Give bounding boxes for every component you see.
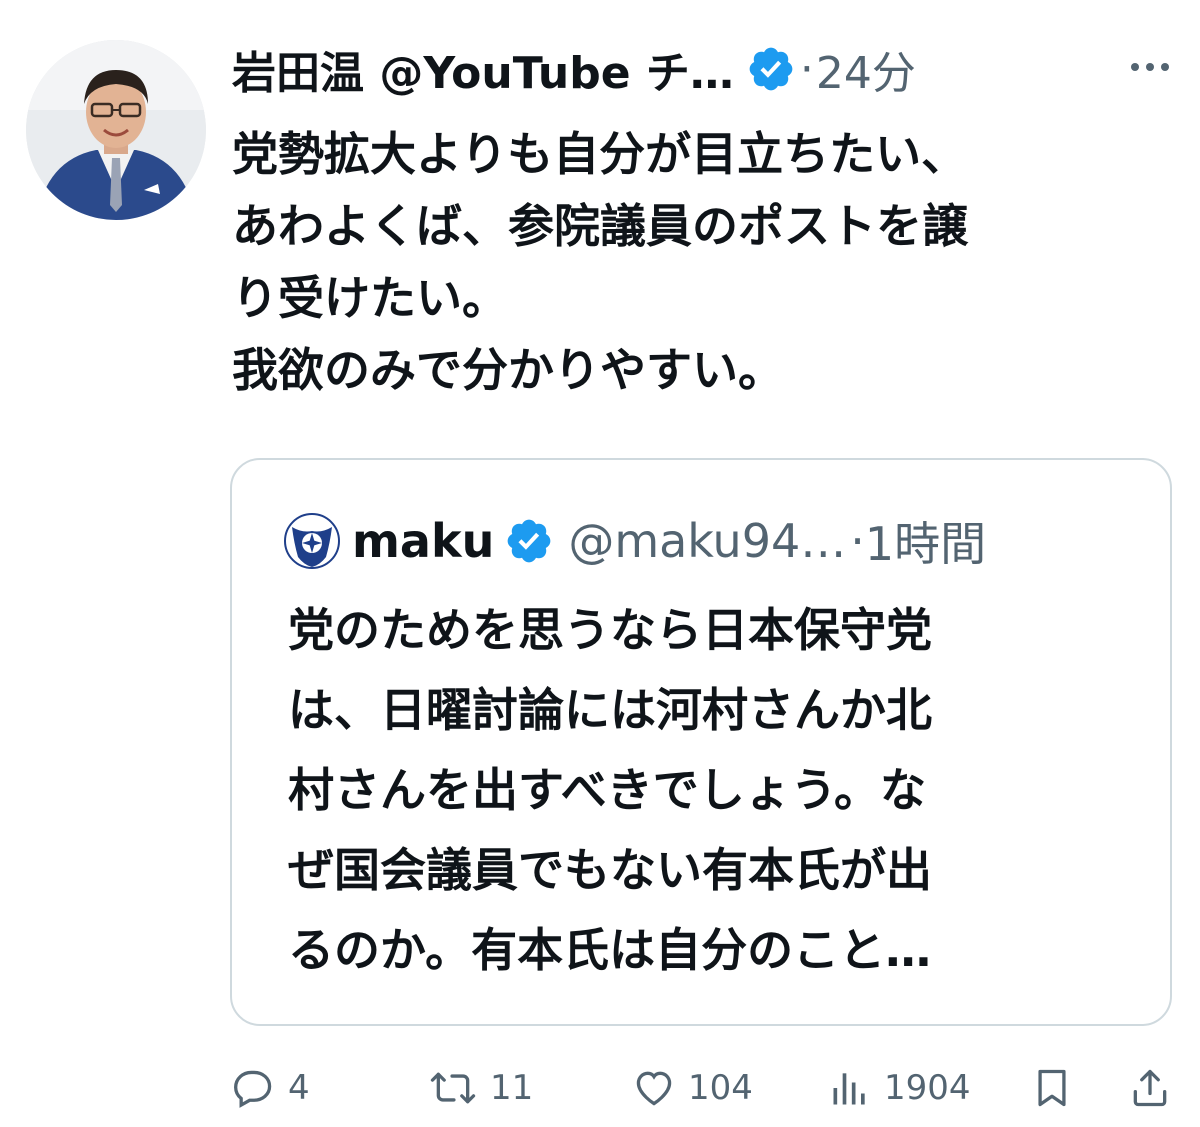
quoted-text-line: は、日曜討論には河村さんか北 [288, 683, 932, 737]
author-display-name[interactable]: 岩田温 @YouTube チ… [232, 37, 734, 101]
like-button[interactable]: 104 [632, 1060, 753, 1116]
bookmark-icon [1038, 1069, 1066, 1107]
quoted-author-name[interactable]: maku [352, 514, 494, 568]
author-avatar[interactable] [26, 40, 206, 220]
views-icon [833, 1073, 865, 1105]
tweet-body: 党勢拡大よりも自分が目立ちたい、 あわよくば、参院議員のポストを譲 り受けたい。… [232, 118, 1182, 406]
tweet-text-line: 党勢拡大よりも自分が目立ちたい、 [232, 127, 968, 181]
reply-button[interactable]: 4 [232, 1060, 310, 1116]
verified-badge-icon [504, 516, 554, 566]
quoted-text-line: 党のためを思うなら日本保守党 [288, 603, 932, 657]
tweet-header: 岩田温 @YouTube チ… · 24分 [232, 34, 1182, 104]
avatar-portrait-image [26, 40, 206, 220]
tweet-text-line: り受けたい。 [232, 271, 508, 325]
quoted-author-avatar[interactable] [284, 513, 340, 569]
quoted-tweet-header: maku @maku94… · 1時間 [284, 506, 986, 576]
bookmark-button[interactable] [1030, 1060, 1074, 1116]
share-button[interactable] [1128, 1060, 1172, 1116]
share-icon [1133, 1069, 1167, 1107]
quoted-tweet-timestamp: 1時間 [864, 517, 987, 571]
quoted-tweet-body: 党のためを思うなら日本保守党 は、日曜討論には河村さんか北 村さんを出すべきでし… [288, 590, 1128, 990]
quoted-text-line: ぜ国会議員でもない有本氏が出 [288, 843, 932, 897]
tweet-text-line: 我欲のみで分かりやすい。 [232, 343, 784, 397]
reply-count: 4 [288, 1068, 310, 1108]
tweet-action-bar: 4 11 104 1904 [0, 1060, 1200, 1116]
retweet-count: 11 [490, 1068, 534, 1108]
separator-dot: · [850, 514, 865, 568]
more-icon[interactable] [1128, 52, 1172, 82]
reply-icon [234, 1070, 272, 1108]
like-icon [636, 1071, 672, 1106]
tweet-text-line: あわよくば、参院議員のポストを譲 [232, 199, 968, 253]
quoted-author-handle[interactable]: @maku94… [568, 514, 846, 568]
views-button[interactable]: 1904 [828, 1060, 971, 1116]
quoted-tweet-card[interactable]: maku @maku94… · 1時間 党のためを思うなら日本保守党 は、日曜討… [230, 458, 1172, 1026]
verified-badge-icon[interactable] [746, 44, 796, 94]
separator-dot: · [799, 43, 814, 95]
like-count: 104 [688, 1068, 753, 1108]
quoted-text-line: 村さんを出すべきでしょう。な [288, 763, 927, 817]
views-count: 1904 [884, 1068, 971, 1108]
retweet-icon [430, 1072, 476, 1104]
quoted-text-line: るのか。有本氏は自分のこと… [288, 923, 932, 977]
retweet-button[interactable]: 11 [428, 1060, 533, 1116]
tweet-timestamp[interactable]: 24分 [816, 37, 916, 101]
